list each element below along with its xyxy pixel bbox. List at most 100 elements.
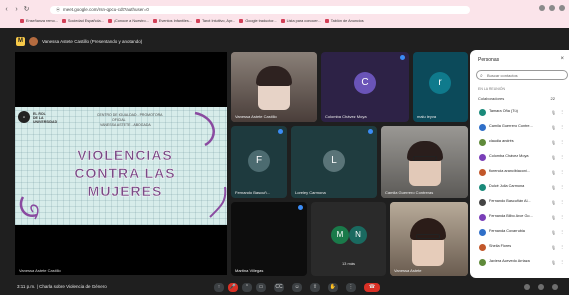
bookmark-item[interactable]: ¡Conoce a Nuestro... [107,18,149,23]
mic-icon: 🎙 [551,110,557,115]
bookmarks-bar: Enseñanza remo... Sociedad Española... ¡… [20,17,540,24]
more-icon[interactable]: ⋮ [560,259,564,264]
mic-icon: 🎙 [551,230,557,235]
participant-tile[interactable]: C Colomba Chávez Moya [321,52,409,122]
section-label: EN LA REUNIÓN [478,87,506,91]
more-participants-label: 13 más [341,261,356,266]
participant-name: Colomba Chávez Moya [325,114,367,119]
meet-logo-icon: M [16,36,25,46]
participant-avatar: M [331,226,349,244]
forward-icon[interactable]: › [13,6,20,13]
bookmark-item[interactable]: Sociedad Española... [61,18,104,23]
person-name: Dulcé Julia Carmona [489,184,525,188]
bookmark-item[interactable]: Google traductor... [239,18,277,23]
person-name: Fernanda Covarrubia [489,229,525,233]
people-list-item[interactable]: Camila Guerrero Contre... 🎙 ⋮ [476,123,566,133]
info-icon[interactable] [524,284,530,290]
more-icon[interactable]: ⋮ [560,184,564,189]
more-options-button[interactable]: ⋮ [346,283,356,292]
mic-off-button[interactable]: 🎤 [228,283,238,292]
person-name: Camila Guerrero Contre... [489,124,533,128]
participant-tile[interactable]: Camila Guerrero Contreras [381,126,468,198]
bookmark-favicon-icon [324,18,329,23]
bookmark-item[interactable]: Lista para conocer... [280,18,321,23]
more-icon[interactable]: ⋮ [560,169,564,174]
end-call-button[interactable]: ☎ [364,283,380,292]
presenter-title: Vanessa Astete Castillo (Presentando y a… [42,38,143,44]
person-name: Fernanda Bilbo Arce Go... [489,214,533,218]
back-icon[interactable]: ‹ [3,6,10,13]
url-bar[interactable]: ⦿ meet.google.com/rsn-qpcu-cdt?authuser=… [50,5,470,14]
url-text: meet.google.com/rsn-qpcu-cdt?authuser=0 [63,6,149,12]
more-icon[interactable]: ⋮ [560,229,564,234]
person-avatar [479,124,486,131]
mic-status-icon [298,205,303,210]
people-list-item[interactable]: Fernanda Covarrubia 🎙 ⋮ [476,228,566,238]
people-icon[interactable] [538,284,544,290]
people-list-item[interactable]: Sheila Flores 🎙 ⋮ [476,243,566,253]
present-button[interactable]: ⇧ [310,283,320,292]
participant-tile[interactable]: L Loreley Carmona [291,126,377,198]
raise-icon[interactable]: ↑ [214,283,224,292]
mic-status-icon [368,129,373,134]
bookmark-item[interactable]: Enseñanza remo... [20,18,58,23]
more-icon[interactable]: ⋮ [560,244,564,249]
mic-icon: 🎙 [551,185,557,190]
people-list-item[interactable]: Dulcé Julia Carmona 🎙 ⋮ [476,183,566,193]
emoji-button[interactable]: ☺ [292,283,302,292]
participant-tile[interactable]: r malu leyva [413,52,468,122]
bookmark-item[interactable]: Tarot Intuitivo, Apr... [195,18,235,23]
more-icon[interactable]: ⋮ [560,124,564,129]
more-icon[interactable]: ⋮ [560,214,564,219]
more-icon[interactable]: ⋮ [560,109,564,114]
raise-hand-button[interactable]: ✋ [328,283,338,292]
person-avatar [479,139,486,146]
more-icon[interactable]: ⋮ [560,139,564,144]
bookmark-item[interactable]: Eventos Infantiles... [152,18,192,23]
collaborators-label[interactable]: Colaboradores [478,96,504,101]
reload-icon[interactable]: ↻ [23,6,30,13]
person-name: Javiera Acevedo Arriaza [489,259,530,263]
close-icon[interactable]: × [560,56,564,62]
bookmark-item[interactable]: Tablón de Anuncios [324,18,364,23]
more-icon[interactable]: ⋮ [560,154,564,159]
participant-tile[interactable]: M N 13 más [311,202,386,276]
bookmark-favicon-icon [239,18,244,23]
people-list-item[interactable]: Tamara Oña (Tú) 🎙 ⋮ [476,108,566,118]
person-name: Tamara Oña (Tú) [489,109,518,113]
bookmark-favicon-icon [107,18,112,23]
bookmark-favicon-icon [280,18,285,23]
profile-icon[interactable] [549,5,555,11]
participant-tile[interactable]: Vanessa Astete Castillo [231,52,317,122]
person-name: Fernando Bascuñán Al... [489,199,531,203]
person-avatar [479,169,486,176]
menu-icon[interactable] [559,5,565,11]
chat-icon[interactable] [552,284,558,290]
people-list-item[interactable]: Fernando Bascuñán Al... 🎙 ⋮ [476,198,566,208]
participant-tile[interactable]: Martina Villegas [231,202,307,276]
participant-avatar: N [349,226,367,244]
participant-name: Loreley Carmona [295,190,326,195]
presentation-owner: Vanessa Astete Castillo [19,268,61,273]
people-list-item[interactable]: florencia arancibiaconi... 🎙 ⋮ [476,168,566,178]
presentation-area[interactable]: U EL ROL DE LA UNIVERSIDAD CENTRO DE IGU… [15,52,227,275]
bookmark-favicon-icon [61,18,66,23]
more-icon[interactable]: ⋮ [560,199,564,204]
search-input[interactable]: ⌕ Buscar contactos [476,70,568,80]
people-list-item[interactable]: claudia andrés 🎙 ⋮ [476,138,566,148]
chevron-icon[interactable]: ⌃ [242,283,252,292]
people-list-item[interactable]: Fernanda Bilbo Arce Go... 🎙 ⋮ [476,213,566,223]
person-avatar [479,184,486,191]
mic-icon: 🎙 [551,170,557,175]
camera-button[interactable]: ▭ [256,283,266,292]
bookmark-label: Eventos Infantiles... [158,18,192,23]
people-list-item[interactable]: Colomba Chávez Moya 🎙 ⋮ [476,153,566,163]
participant-tile[interactable]: F Fernando Bascuñ... [231,126,287,198]
extensions-icon[interactable] [539,5,545,11]
bookmark-label: ¡Conoce a Nuestro... [113,18,149,23]
participant-tile[interactable]: Vanessa Astete [390,202,468,276]
captions-button[interactable]: CC [274,283,284,292]
participant-name: Camila Guerrero Contreras [385,190,434,195]
mic-icon: 🎙 [551,200,557,205]
people-list-item[interactable]: Javiera Acevedo Arriaza 🎙 ⋮ [476,258,566,268]
